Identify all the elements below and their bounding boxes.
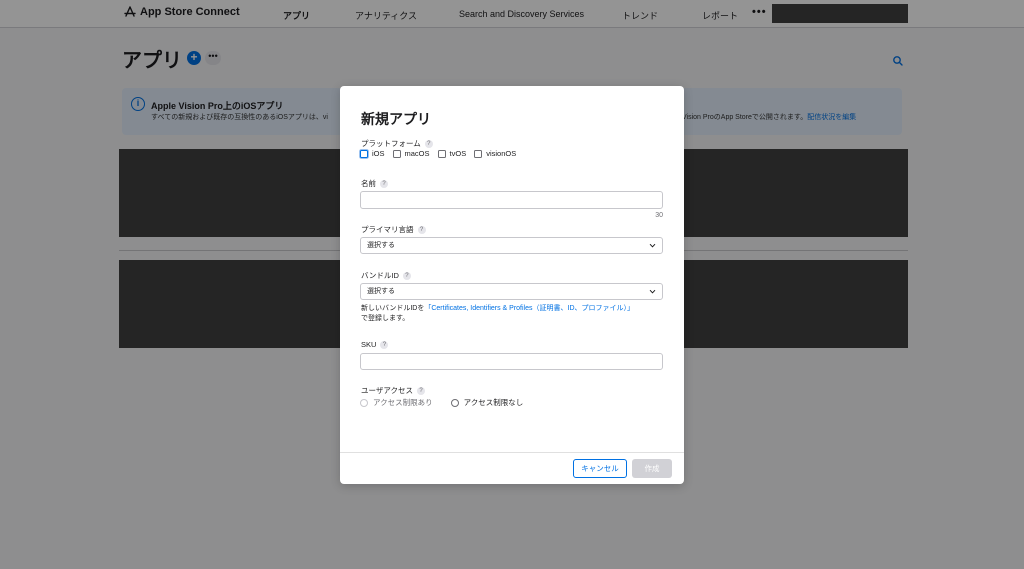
help-icon[interactable]: ? [417, 225, 426, 234]
user-access-options: アクセス制限あり アクセス制限なし [360, 397, 523, 408]
bundle-hint-prefix: 新しいバンドルIDを [361, 305, 425, 312]
access-full-option[interactable]: アクセス制限なし [450, 397, 524, 408]
platform-label-tvos: tvOS [449, 149, 467, 158]
macos-checkbox[interactable] [392, 149, 401, 158]
bundle-id-hint: 新しいバンドルIDを「Certificates, Identifiers & P… [361, 304, 666, 324]
platform-macos[interactable]: macOS [392, 149, 430, 158]
help-icon[interactable]: ? [380, 340, 389, 349]
chevron-down-icon [649, 289, 656, 294]
access-limited-option[interactable]: アクセス制限あり [360, 397, 433, 408]
tvos-checkbox[interactable] [437, 149, 446, 158]
primary-language-label: プライマリ言語 ? [361, 224, 426, 235]
platform-checkboxes: iOS macOS tvOS visionOS [360, 149, 516, 158]
visionos-checkbox[interactable] [474, 149, 483, 158]
name-label-text: 名前 [361, 179, 376, 188]
help-icon[interactable]: ? [402, 271, 411, 280]
bundle-id-select[interactable]: 選択する [360, 283, 663, 300]
access-limited-radio[interactable] [360, 398, 368, 407]
access-full-radio[interactable] [450, 398, 459, 407]
bundle-id-label-text: バンドルID [361, 271, 399, 280]
platform-label-text: プラットフォーム [361, 139, 421, 148]
access-limited-label: アクセス制限あり [373, 398, 433, 407]
platform-label-macos: macOS [404, 149, 430, 158]
primary-language-select[interactable]: 選択する [360, 237, 663, 254]
name-input[interactable] [360, 191, 663, 209]
bundle-hint-suffix: で登録します。 [361, 315, 410, 322]
dialog-footer-divider [340, 452, 684, 453]
user-access-label: ユーザアクセス ? [361, 385, 425, 396]
bundle-id-label: バンドルID ? [361, 270, 411, 281]
bundle-id-value: 選択する [367, 288, 395, 295]
primary-language-value: 選択する [367, 242, 395, 249]
platform-visionos[interactable]: visionOS [474, 149, 516, 158]
new-app-dialog: 新規アプリ プラットフォーム ? iOS macOS tvOS visionOS… [340, 86, 684, 484]
chevron-down-icon [649, 243, 656, 248]
name-label: 名前 ? [361, 178, 388, 189]
create-button[interactable]: 作成 [632, 459, 672, 478]
platform-label-visionos: visionOS [486, 149, 517, 158]
ios-checkbox[interactable] [360, 149, 368, 158]
help-icon[interactable]: ? [424, 139, 433, 148]
dialog-title: 新規アプリ [361, 111, 431, 127]
help-icon[interactable]: ? [380, 179, 388, 188]
sku-input[interactable] [360, 353, 663, 370]
help-icon[interactable]: ? [416, 386, 425, 395]
sku-label-text: SKU [361, 340, 377, 349]
certificates-link[interactable]: 「Certificates, Identifiers & Profiles（証明… [424, 305, 634, 312]
name-char-counter: 30 [655, 212, 663, 219]
platform-label-ios: iOS [372, 149, 385, 158]
platform-tvos[interactable]: tvOS [437, 149, 467, 158]
platform-ios[interactable]: iOS [360, 149, 385, 158]
user-access-label-text: ユーザアクセス [361, 386, 413, 395]
platform-label: プラットフォーム ? [361, 138, 433, 149]
sku-label: SKU ? [361, 340, 389, 349]
cancel-button[interactable]: キャンセル [573, 459, 627, 478]
primary-language-label-text: プライマリ言語 [361, 225, 414, 234]
access-full-label: アクセス制限なし [463, 398, 524, 407]
